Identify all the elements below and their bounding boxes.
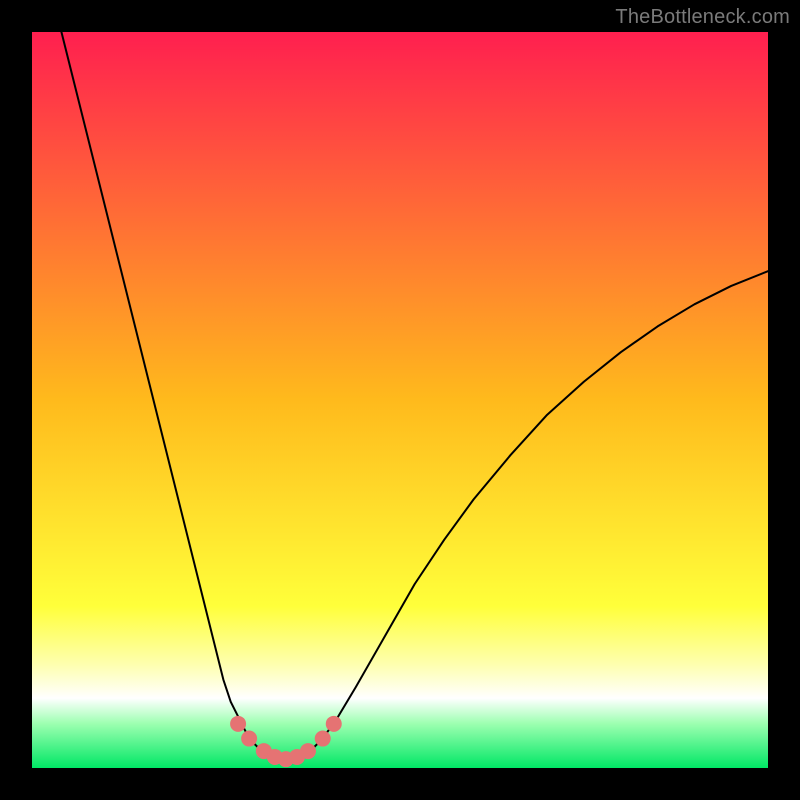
chart-frame: TheBottleneck.com (0, 0, 800, 800)
marker-point (315, 731, 331, 747)
marker-point (241, 731, 257, 747)
watermark-text: TheBottleneck.com (615, 6, 790, 29)
marker-point (326, 716, 342, 732)
gradient-background (32, 32, 768, 768)
plot-area (32, 32, 768, 768)
marker-point (300, 743, 316, 759)
marker-point (230, 716, 246, 732)
chart-svg (32, 32, 768, 768)
